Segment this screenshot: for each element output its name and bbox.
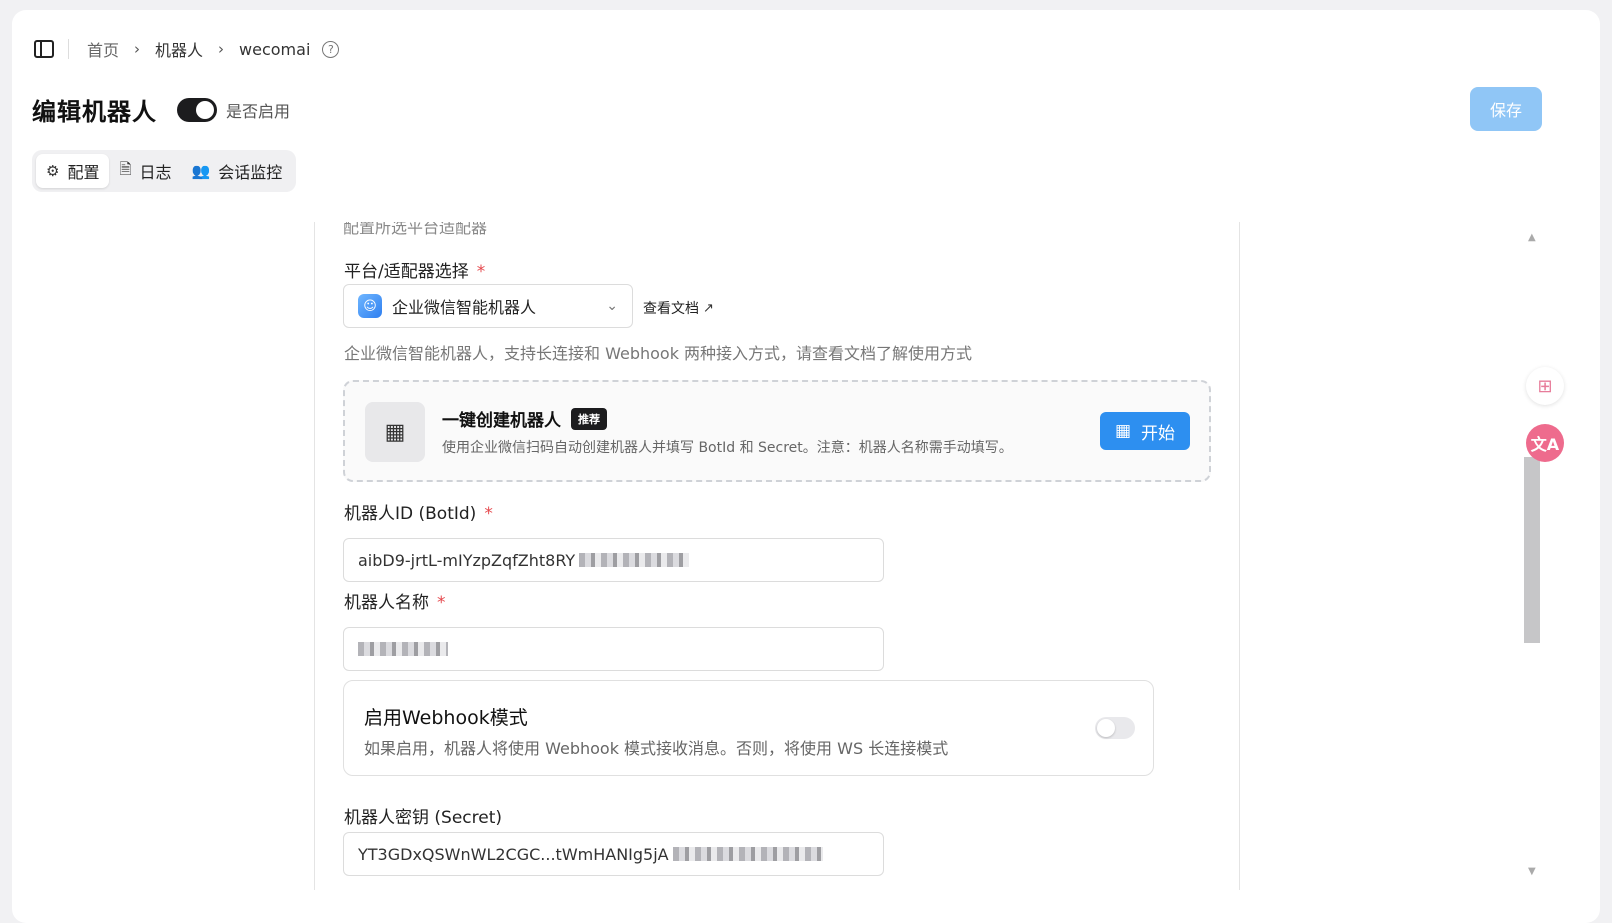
redacted-text [358,642,448,656]
help-icon[interactable]: ? [322,40,340,58]
scroll-up-icon[interactable]: ▲ [1528,232,1536,243]
bot-id-value: aibD9-jrtL-mIYzpZqfZht8RY [358,550,576,570]
qr-code-icon: ▦ [365,402,425,462]
secret-label: 机器人密钥 (Secret) [344,803,502,828]
chevron-down-icon: ⌄ [606,298,618,314]
form-panel: 配置所选平台适配器 平台/适配器选择 * ☺ 企业微信智能机器人 ⌄ 查看文档 ↗… [314,222,1240,890]
tab-label: 会话监控 [218,163,283,182]
scroll-area[interactable]: 配置所选平台适配器 平台/适配器选择 * ☺ 企业微信智能机器人 ⌄ 查看文档 ↗… [12,222,1600,890]
secret-input[interactable]: YT3GDxQSWnWL2CGC...tWmHANIg5jA [343,832,884,876]
qr-scan-icon: ▦ [1114,421,1132,441]
view-docs-label: 查看文档 [643,301,699,317]
quick-create-title: 一键创建机器人 推荐 [442,406,607,431]
bot-id-label-text: 机器人ID (BotId) [344,504,477,524]
webhook-mode-card: 启用Webhook模式 如果启用，机器人将使用 Webhook 模式接收消息。否… [343,680,1154,776]
bot-id-label: 机器人ID (BotId) * [344,499,493,524]
tab-label: 配置 [67,163,100,182]
platform-label-text: 平台/适配器选择 [344,262,469,282]
apps-sparkle-icon[interactable]: ⊞ [1526,367,1564,405]
main-card: 首页 › 机器人 › wecomai ? 编辑机器人 是否启用 保存 ⚙ 配置 … [12,10,1600,923]
enable-toggle[interactable] [177,97,217,122]
webhook-title: 启用Webhook模式 [364,707,528,729]
gear-icon: ⚙ [46,162,60,180]
page-title: 编辑机器人 [32,98,157,126]
scroll-down-icon[interactable]: ▼ [1528,866,1536,877]
secret-value: YT3GDxQSWnWL2CGC...tWmHANIg5jA [358,844,669,864]
scrollbar[interactable]: ▲ ▼ [1524,222,1540,890]
enable-label: 是否启用 [226,101,291,121]
quick-create-desc: 使用企业微信扫码自动创建机器人并填写 BotId 和 Secret。注意：机器人… [442,440,1013,456]
recommend-badge: 推荐 [571,407,607,430]
redacted-text [579,553,690,567]
quick-create-title-text: 一键创建机器人 [442,411,561,431]
quick-create-card: ▦ 一键创建机器人 推荐 使用企业微信扫码自动创建机器人并填写 BotId 和 … [343,380,1211,482]
platform-select[interactable]: ☺ 企业微信智能机器人 ⌄ [343,284,633,328]
breadcrumb-home[interactable]: 首页 [87,37,119,61]
bot-name-label-text: 机器人名称 [344,593,429,613]
translate-icon[interactable]: 文A [1526,424,1564,462]
webhook-desc: 如果启用，机器人将使用 Webhook 模式接收消息。否则，将使用 WS 长连接… [364,739,949,758]
view-docs-link[interactable]: 查看文档 ↗ [643,298,714,318]
bot-name-label: 机器人名称 * [344,588,446,613]
chevron-right-icon: › [134,40,141,58]
breadcrumb: 首页 › 机器人 › wecomai ? [34,36,340,62]
webhook-toggle[interactable] [1095,717,1135,739]
wecom-bot-icon: ☺ [358,294,382,318]
tab-config[interactable]: ⚙ 配置 [36,154,110,188]
start-button[interactable]: ▦ 开始 [1100,412,1190,450]
chevron-right-icon: › [218,40,225,58]
required-mark: * [437,593,446,613]
title-row: 编辑机器人 是否启用 [32,92,290,127]
tab-label: 日志 [139,163,172,182]
scrollbar-thumb[interactable] [1524,457,1540,643]
breadcrumb-divider [68,39,69,59]
tab-session-monitor[interactable]: 👥 会话监控 [182,154,293,188]
document-icon: 🗎 [119,159,132,178]
required-mark: * [476,262,486,282]
secret-label-text: 机器人密钥 (Secret) [344,808,503,828]
start-button-label: 开始 [1141,423,1176,444]
redacted-text [672,847,823,861]
external-link-icon: ↗ [703,300,714,316]
bot-name-input[interactable] [343,627,884,671]
users-icon: 👥 [191,162,211,180]
sidebar-toggle-icon[interactable] [34,40,54,58]
section-hint: 配置所选平台适配器 [343,222,488,237]
bot-id-input[interactable]: aibD9-jrtL-mIYzpZqfZht8RY [343,538,884,582]
save-button[interactable]: 保存 [1470,87,1542,131]
tab-logs[interactable]: 🗎 日志 [109,154,181,188]
breadcrumb-robots[interactable]: 机器人 [155,37,203,61]
tab-bar: ⚙ 配置 🗎 日志 👥 会话监控 [32,150,297,192]
platform-hint: 企业微信智能机器人，支持长连接和 Webhook 两种接入方式，请查看文档了解使… [344,344,973,363]
platform-label: 平台/适配器选择 * [344,257,485,282]
required-mark: * [484,504,493,524]
breadcrumb-current: wecomai [239,39,311,59]
platform-selected-value: 企业微信智能机器人 [392,298,537,317]
